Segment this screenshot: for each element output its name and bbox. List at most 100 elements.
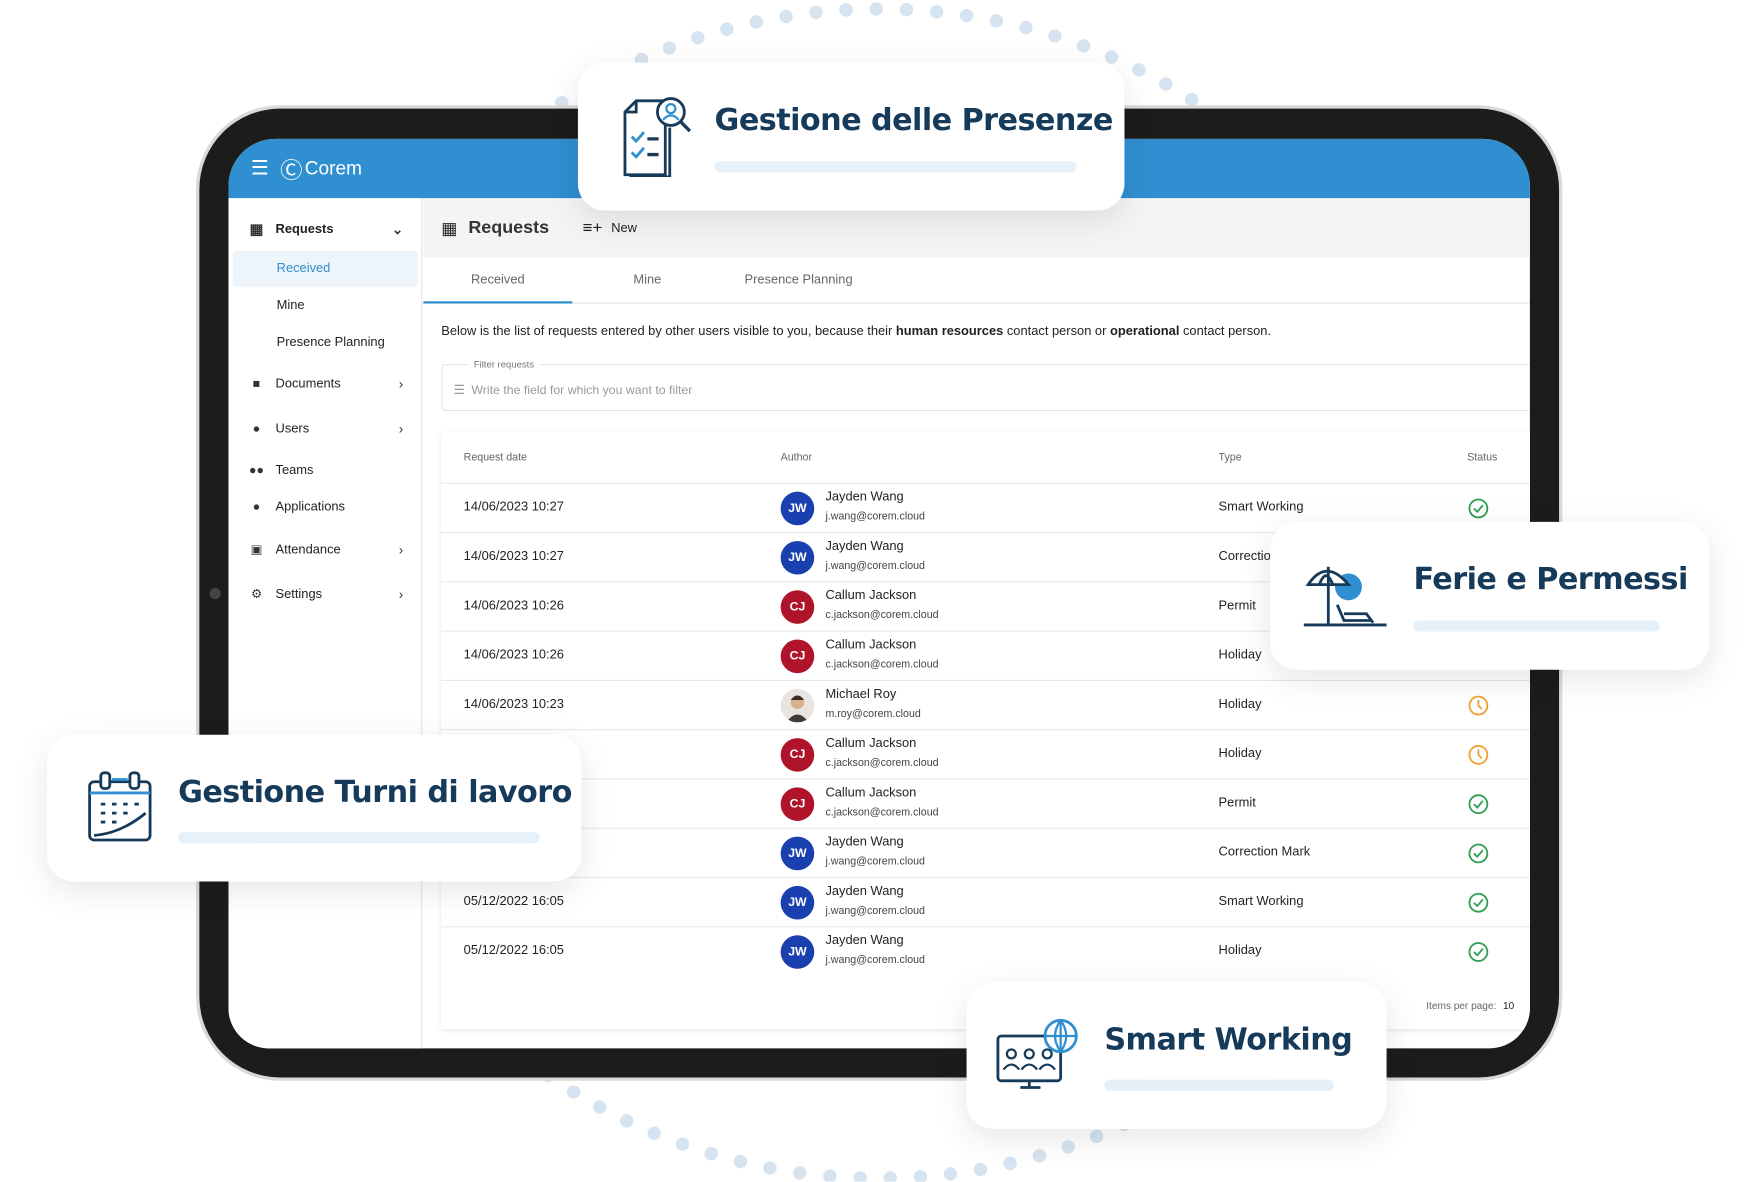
author-name: Jayden Wang	[825, 884, 904, 899]
avatar: CJ	[780, 639, 815, 674]
sidebar-item-teams[interactable]: ●● Teams	[246, 464, 403, 477]
avatar-photo	[780, 688, 815, 723]
request-type: Correction Mark	[1218, 845, 1311, 860]
pending-clock-icon	[1467, 744, 1489, 766]
sidebar-item-label: Requests	[275, 222, 334, 237]
column-header-type[interactable]: Type	[1219, 451, 1242, 463]
table-row[interactable]: 05/12/2022 16:05 JW Jayden Wang j.wang@core…	[441, 876, 1530, 926]
author-name: Callum Jackson	[825, 786, 917, 800]
chevron-right-icon: ›	[398, 541, 404, 558]
approved-check-icon	[1467, 892, 1489, 914]
sidebar-subitem-mine[interactable]: Mine	[233, 288, 418, 324]
playlist-add-icon: ≡+	[582, 218, 603, 238]
sidebar-item-attendance[interactable]: ▣ Attendance ›	[246, 541, 404, 558]
decorative-bar	[1413, 620, 1660, 632]
avatar: CJ	[780, 590, 815, 624]
filter-placeholder: Write the field for which you want to fi…	[471, 383, 693, 398]
menu-icon[interactable]: ☰	[251, 157, 269, 181]
author-email: j.wang@corem.cloud	[825, 904, 925, 918]
request-type: Smart Working	[1218, 894, 1304, 909]
new-request-button[interactable]: ≡+ New	[583, 218, 637, 237]
sidebar-item-label: Documents	[275, 377, 341, 391]
avatar: CJ	[780, 787, 815, 821]
author-email: m.roy@corem.cloud	[825, 707, 921, 721]
team-icon: ●●	[249, 463, 264, 478]
author-name: Callum Jackson	[825, 589, 917, 603]
avatar: JW	[780, 540, 815, 575]
pending-clock-icon	[1467, 694, 1489, 716]
badge-icon: ▣	[250, 543, 263, 557]
sidebar-item-applications[interactable]: ● Applications	[246, 501, 403, 514]
request-type: Smart Working	[1218, 500, 1304, 515]
user-search-icon: ●	[252, 500, 261, 515]
table-row[interactable]: JW Jayden Wang j.wang@corem.cloud Correctio…	[441, 827, 1530, 877]
column-header-status[interactable]: Status	[1467, 451, 1497, 463]
tab-mine[interactable]: Mine	[603, 258, 693, 304]
sidebar-item-label: Teams	[275, 463, 314, 478]
author-email: j.wang@corem.cloud	[825, 510, 925, 524]
description-text: Below is the list of requests entered by…	[441, 324, 1272, 339]
feature-title: Gestione delle Presenze	[714, 103, 1114, 138]
requests-table: Request date Author Type Status Items pe…	[441, 431, 1530, 1030]
column-header-date[interactable]: Request date	[464, 451, 527, 463]
author-name: Jayden Wang	[825, 835, 904, 849]
sidebar-item-documents[interactable]: ■ Documents ›	[246, 376, 403, 392]
tab-received[interactable]: Received	[423, 258, 573, 304]
author-name: Callum Jackson	[825, 736, 917, 751]
request-date: 14/06/2023 10:23	[463, 697, 564, 712]
author-name: Jayden Wang	[825, 539, 904, 554]
table-row[interactable]: CJ Callum Jackson c.jackson@corem.cloud Hol…	[441, 729, 1530, 778]
sidebar-item-settings[interactable]: ⚙ Settings ›	[246, 586, 404, 602]
decorative-bar	[714, 161, 1077, 173]
calendar-icon	[88, 771, 152, 842]
corem-logo[interactable]: Ⓒ Corem	[280, 152, 362, 184]
request-date: 05/12/2022 16:05	[463, 894, 564, 909]
sidebar-item-label: Users	[275, 422, 310, 436]
items-per-page[interactable]: Items per page: 10	[1426, 1000, 1514, 1011]
feature-card-smart-working: Smart Working	[966, 982, 1387, 1129]
request-date: 14/06/2023 10:27	[463, 500, 564, 515]
author-name: Jayden Wang	[825, 934, 904, 948]
feature-card-presenze: Gestione delle Presenze	[577, 62, 1125, 211]
chevron-down-icon: ⌄	[391, 221, 404, 238]
author-name: Michael Roy	[825, 687, 897, 702]
avatar: JW	[780, 836, 815, 871]
remote-meeting-icon	[996, 1018, 1078, 1089]
request-type: Holiday	[1218, 944, 1262, 958]
sidebar-item-requests[interactable]: ▦ Requests ⌄	[246, 220, 404, 239]
table-icon: ▦	[441, 218, 458, 238]
author-email: c.jackson@corem.cloud	[825, 609, 939, 622]
sidebar-item-label: Applications	[275, 500, 345, 515]
request-date: 05/12/2022 16:05	[463, 944, 564, 958]
author-email: c.jackson@corem.cloud	[825, 806, 939, 819]
feature-card-ferie: Ferie e Permessi	[1270, 521, 1710, 670]
attendance-document-icon	[623, 97, 692, 177]
author-email: c.jackson@corem.cloud	[825, 757, 939, 770]
request-type: Holiday	[1218, 648, 1262, 662]
table-row[interactable]: 14/06/2023 10:23 Michael Roy m.roy@corem.c…	[441, 679, 1530, 729]
request-date: 14/06/2023 10:27	[463, 549, 564, 564]
column-header-author[interactable]: Author	[781, 451, 812, 463]
approved-check-icon	[1467, 793, 1489, 815]
sidebar-item-users[interactable]: ● Users ›	[246, 421, 403, 437]
feature-card-turni: Gestione Turni di lavoro	[47, 734, 582, 882]
page-title: Requests	[468, 217, 550, 237]
avatar: JW	[780, 491, 815, 526]
new-label: New	[611, 221, 637, 235]
chevron-right-icon: ›	[398, 586, 404, 602]
avatar: JW	[780, 885, 815, 920]
table-icon: ▦	[249, 220, 264, 238]
request-type: Holiday	[1218, 697, 1262, 712]
tab-presence-planning[interactable]: Presence Planning	[726, 258, 872, 304]
feature-title: Gestione Turni di lavoro	[178, 775, 572, 810]
sidebar: ▦ Requests ⌄ Received Mine Presence Plannin…	[228, 198, 423, 1049]
table-row[interactable]: 05/12/2022 16:05 JW Jayden Wang j.wang@core…	[441, 926, 1530, 975]
sidebar-subitem-received[interactable]: Received	[232, 250, 418, 287]
table-row[interactable]: CJ Callum Jackson c.jackson@corem.cloud Per…	[441, 778, 1530, 827]
tablet-camera	[209, 588, 221, 600]
filter-input[interactable]: Filter requests ☰ Write the field for whi…	[441, 358, 1530, 412]
author-name: Jayden Wang	[825, 490, 904, 504]
request-type: Holiday	[1218, 747, 1262, 761]
sidebar-subitem-presence-planning[interactable]: Presence Planning	[233, 325, 418, 361]
author-email: j.wang@corem.cloud	[825, 954, 925, 967]
